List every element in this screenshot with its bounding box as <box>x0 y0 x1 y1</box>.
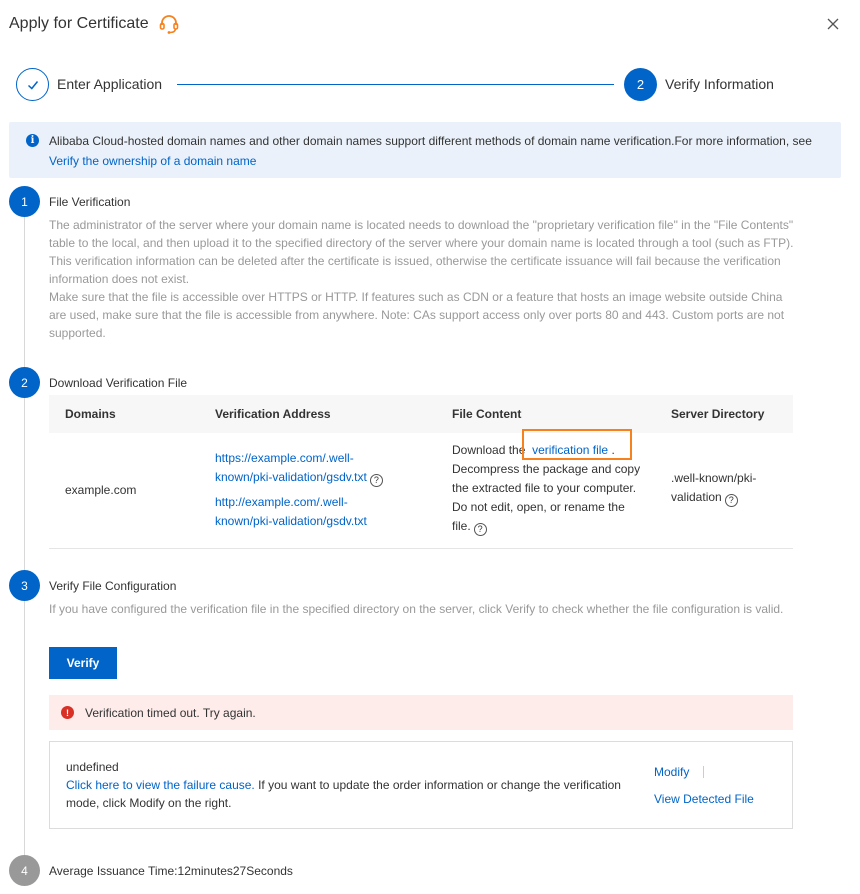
step1-label: Enter Application <box>57 76 163 92</box>
result-status: undefined <box>66 760 119 774</box>
content-prefix: Download the <box>452 443 526 457</box>
info-text: Alibaba Cloud-hosted domain names and ot… <box>49 134 812 148</box>
info-icon: i <box>26 134 39 147</box>
step2-circle: 2 <box>624 68 657 101</box>
error-alert: ! Verification timed out. Try again. <box>49 695 793 730</box>
modify-link[interactable]: Modify <box>654 765 689 779</box>
step-connector-line <box>24 398 25 570</box>
result-panel: undefined Click here to view the failure… <box>49 741 793 829</box>
col-server-directory: Server Directory <box>671 407 765 421</box>
close-icon[interactable] <box>826 17 840 31</box>
verification-address-cell: https://example.com/.well-known/pki-vali… <box>215 449 405 531</box>
step-connector <box>177 84 614 85</box>
section1-description: The administrator of the server where yo… <box>49 216 794 342</box>
http-url-link[interactable]: http://example.com/.well-known/pki-valid… <box>215 495 367 528</box>
link-separator <box>703 766 704 778</box>
step2-label: Verify Information <box>665 76 774 92</box>
step-connector-line <box>24 601 25 855</box>
section3-description: If you have configured the verification … <box>49 602 784 616</box>
error-message: Verification timed out. Try again. <box>85 706 256 720</box>
info-banner: i Alibaba Cloud-hosted domain names and … <box>9 122 841 178</box>
dialog-title: Apply for Certificate <box>9 15 149 32</box>
verify-ownership-link[interactable]: Verify the ownership of a domain name <box>49 154 256 168</box>
table-row: example.com https://example.com/.well-kn… <box>49 433 793 549</box>
headset-icon[interactable] <box>158 13 180 35</box>
highlight-box <box>522 429 632 460</box>
section1-number: 1 <box>9 186 40 217</box>
question-icon[interactable]: ? <box>369 474 383 487</box>
section1-title: File Verification <box>49 195 131 209</box>
section3-number: 3 <box>9 570 40 601</box>
col-file-content: File Content <box>452 407 522 421</box>
table-header: Domains Verification Address File Conten… <box>49 395 793 433</box>
question-icon[interactable]: ? <box>473 523 487 536</box>
section4-number: 4 <box>9 855 40 886</box>
result-message: Click here to view the failure cause. If… <box>66 776 626 812</box>
server-directory-cell: .well-known/pki-validation? <box>671 469 781 507</box>
step-connector-line <box>24 217 25 370</box>
section2-title: Download Verification File <box>49 376 188 390</box>
col-domains: Domains <box>65 407 116 421</box>
section3-title: Verify File Configuration <box>49 579 177 593</box>
view-detected-file-link[interactable]: View Detected File <box>654 792 754 806</box>
section4-title: Average Issuance Time:12minutes27Seconds <box>49 864 293 878</box>
directory-text: .well-known/pki-validation <box>671 471 757 504</box>
error-icon: ! <box>61 706 74 719</box>
question-icon[interactable]: ? <box>724 494 738 507</box>
domain-cell: example.com <box>65 483 137 497</box>
steps-indicator: Enter Application 2 Verify Information <box>16 68 796 101</box>
section1-desc-para2: Make sure that the file is accessible ov… <box>49 290 785 340</box>
section1-desc-para1: The administrator of the server where yo… <box>49 218 794 286</box>
check-icon <box>27 80 38 90</box>
https-url-link[interactable]: https://example.com/.well-known/pki-vali… <box>215 451 367 484</box>
failure-cause-link[interactable]: Click here to view the failure cause. <box>66 778 255 792</box>
verify-button[interactable]: Verify <box>49 647 117 679</box>
col-verification-address: Verification Address <box>215 407 331 421</box>
dialog-header: Apply for Certificate <box>9 13 180 35</box>
section2-number: 2 <box>9 367 40 398</box>
step1-check-circle <box>16 68 49 101</box>
